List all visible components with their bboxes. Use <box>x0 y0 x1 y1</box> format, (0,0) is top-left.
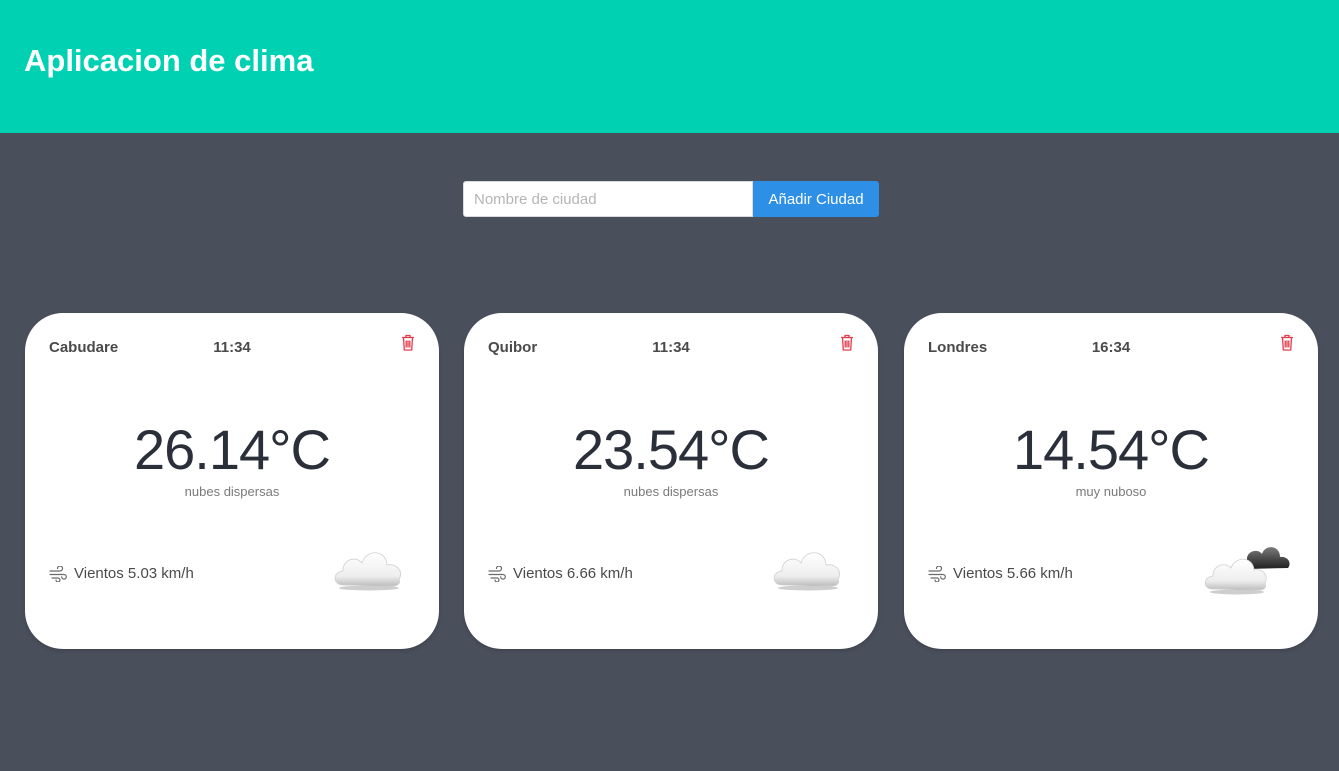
trash-icon[interactable] <box>401 334 415 351</box>
wind-icon <box>928 565 946 582</box>
trash-icon[interactable] <box>840 334 854 351</box>
cloud-icon <box>334 552 402 591</box>
wind-label: Vientos 6.66 km/h <box>513 565 633 582</box>
city-name-input[interactable] <box>463 181 753 217</box>
temperature: 23.54°C <box>573 418 770 481</box>
trash-icon[interactable] <box>1280 334 1294 351</box>
add-city-form: Añadir Ciudad <box>463 181 879 217</box>
cloud-icon <box>773 552 841 591</box>
wind-label: Vientos 5.03 km/h <box>74 565 194 582</box>
wind-label: Vientos 5.66 km/h <box>953 565 1073 582</box>
weather-description: nubes dispersas <box>623 484 719 499</box>
wind-speed: Vientos 5.03 km/h <box>49 565 194 582</box>
city-name: Cabudare <box>49 339 119 356</box>
weather-description: nubes dispersas <box>184 484 280 499</box>
weather-card: 11:34 Quibor 23.54°C nubes dispersas Vie… <box>464 313 878 649</box>
add-city-button[interactable]: Añadir Ciudad <box>753 181 879 217</box>
app-title: Aplicacion de clima <box>24 43 314 78</box>
overcast-clouds-icon <box>1204 547 1290 595</box>
weather-description: muy nuboso <box>1075 484 1147 499</box>
temperature: 26.14°C <box>134 418 331 481</box>
city-name: Quibor <box>488 339 538 356</box>
weather-card: 16:34 Londres 14.54°C muy nuboso Vientos… <box>904 313 1318 649</box>
temperature: 14.54°C <box>1013 418 1210 481</box>
app-header: Aplicacion de clima <box>0 0 1339 133</box>
city-name: Londres <box>928 339 988 356</box>
wind-icon <box>49 565 67 582</box>
wind-speed: Vientos 5.66 km/h <box>928 565 1073 582</box>
wind-speed: Vientos 6.66 km/h <box>488 565 633 582</box>
wind-icon <box>488 565 506 582</box>
weather-card: 11:34 Cabudare 26.14°C nubes dispersas V… <box>25 313 439 649</box>
